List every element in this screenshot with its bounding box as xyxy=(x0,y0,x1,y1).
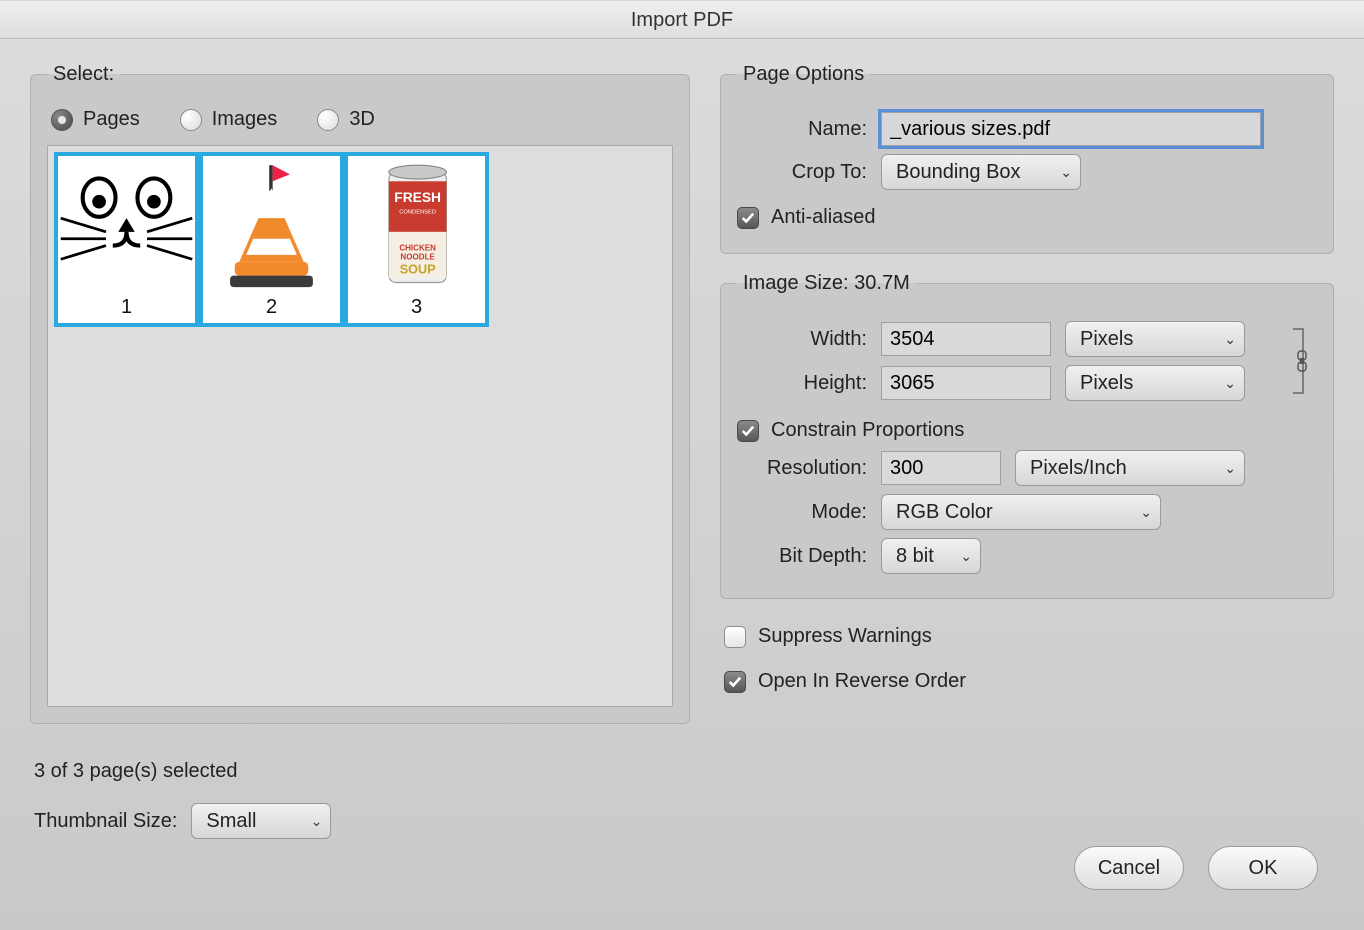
crop-to-select[interactable]: Bounding Box ⌄ xyxy=(881,154,1081,190)
width-label: Width: xyxy=(737,328,867,351)
svg-text:CHICKEN: CHICKEN xyxy=(399,243,436,252)
height-input[interactable] xyxy=(881,366,1051,400)
crop-to-label: Crop To: xyxy=(737,161,867,184)
thumbnail-size-label: Thumbnail Size: xyxy=(34,810,177,833)
image-size-fieldset: Image Size: 30.7M Width: Pixels ⌄ H xyxy=(720,272,1334,599)
chevron-down-icon: ⌄ xyxy=(1224,375,1236,392)
page-options-fieldset: Page Options Name: Crop To: Bounding Box… xyxy=(720,63,1334,254)
radio-3d-label: 3D xyxy=(349,108,375,131)
checkbox-icon xyxy=(724,671,746,693)
svg-text:CONDENSED: CONDENSED xyxy=(399,210,436,216)
height-unit-value: Pixels xyxy=(1080,372,1133,395)
select-legend: Select: xyxy=(47,63,120,86)
radio-dot-icon xyxy=(51,109,73,131)
soup-can-icon: FRESH CONDENSED CHICKEN NOODLE SOUP xyxy=(348,156,485,294)
resolution-unit-select[interactable]: Pixels/Inch ⌄ xyxy=(1015,450,1245,486)
resolution-label: Resolution: xyxy=(737,457,867,480)
height-label: Height: xyxy=(737,372,867,395)
select-fieldset: Select: Pages Images 3D xyxy=(30,63,690,724)
chevron-down-icon: ⌄ xyxy=(1060,164,1072,181)
cancel-button[interactable]: Cancel xyxy=(1074,846,1184,890)
page-thumbnail-2[interactable]: 2 xyxy=(199,152,344,327)
constrain-proportions-label: Constrain Proportions xyxy=(771,419,964,442)
page-number-label: 2 xyxy=(203,294,340,323)
selection-status: 3 of 3 page(s) selected xyxy=(34,760,690,783)
radio-images-label: Images xyxy=(212,108,278,131)
ok-button[interactable]: OK xyxy=(1208,846,1318,890)
page-thumbnail-3[interactable]: FRESH CONDENSED CHICKEN NOODLE SOUP 3 xyxy=(344,152,489,327)
resolution-unit-value: Pixels/Inch xyxy=(1030,457,1127,480)
dialog-title: Import PDF xyxy=(0,1,1364,39)
width-unit-value: Pixels xyxy=(1080,328,1133,351)
resolution-input[interactable] xyxy=(881,451,1001,485)
checkbox-icon xyxy=(737,207,759,229)
radio-pages[interactable]: Pages xyxy=(51,108,140,131)
suppress-warnings-label: Suppress Warnings xyxy=(758,625,932,648)
name-input[interactable] xyxy=(881,112,1261,146)
bit-depth-value: 8 bit xyxy=(896,545,934,568)
open-reverse-order-checkbox[interactable]: Open In Reverse Order xyxy=(724,670,966,693)
import-pdf-dialog: Import PDF Select: Pages Images xyxy=(0,0,1364,930)
thumbnail-size-value: Small xyxy=(206,810,256,833)
page-number-label: 3 xyxy=(348,294,485,323)
radio-3d[interactable]: 3D xyxy=(317,108,375,131)
chevron-down-icon: ⌄ xyxy=(1224,331,1236,348)
crop-to-value: Bounding Box xyxy=(896,161,1021,184)
mode-value: RGB Color xyxy=(896,501,993,524)
chevron-down-icon: ⌄ xyxy=(960,548,972,565)
chevron-down-icon: ⌄ xyxy=(1224,460,1236,477)
svg-text:FRESH: FRESH xyxy=(394,190,441,205)
bit-depth-label: Bit Depth: xyxy=(737,545,867,568)
anti-aliased-label: Anti-aliased xyxy=(771,206,876,229)
thumbnail-grid[interactable]: 1 xyxy=(47,145,673,707)
chevron-down-icon: ⌄ xyxy=(1140,504,1152,521)
mode-select[interactable]: RGB Color ⌄ xyxy=(881,494,1161,530)
svg-text:NOODLE: NOODLE xyxy=(400,253,435,262)
radio-pages-label: Pages xyxy=(83,108,140,131)
chevron-down-icon: ⌄ xyxy=(311,813,323,830)
page-options-legend: Page Options xyxy=(737,63,870,86)
svg-text:SOUP: SOUP xyxy=(400,262,436,276)
thumbnail-size-select[interactable]: Small ⌄ xyxy=(191,803,331,839)
height-unit-select[interactable]: Pixels ⌄ xyxy=(1065,365,1245,401)
anti-aliased-checkbox[interactable]: Anti-aliased xyxy=(737,206,876,229)
name-label: Name: xyxy=(737,118,867,141)
checkbox-icon xyxy=(737,420,759,442)
link-dimensions-toggle[interactable] xyxy=(1287,313,1317,409)
radio-dot-icon xyxy=(317,109,339,131)
page-thumbnail-1[interactable]: 1 xyxy=(54,152,199,327)
open-reverse-order-label: Open In Reverse Order xyxy=(758,670,966,693)
cat-face-icon xyxy=(58,156,195,294)
suppress-warnings-checkbox[interactable]: Suppress Warnings xyxy=(724,625,932,648)
bit-depth-select[interactable]: 8 bit ⌄ xyxy=(881,538,981,574)
buoy-icon xyxy=(203,156,340,294)
image-size-legend: Image Size: 30.7M xyxy=(737,272,916,295)
width-input[interactable] xyxy=(881,322,1051,356)
radio-dot-icon xyxy=(180,109,202,131)
page-number-label: 1 xyxy=(58,294,195,323)
radio-images[interactable]: Images xyxy=(180,108,278,131)
width-unit-select[interactable]: Pixels ⌄ xyxy=(1065,321,1245,357)
mode-label: Mode: xyxy=(737,501,867,524)
constrain-proportions-checkbox[interactable]: Constrain Proportions xyxy=(737,419,964,442)
checkbox-icon xyxy=(724,626,746,648)
